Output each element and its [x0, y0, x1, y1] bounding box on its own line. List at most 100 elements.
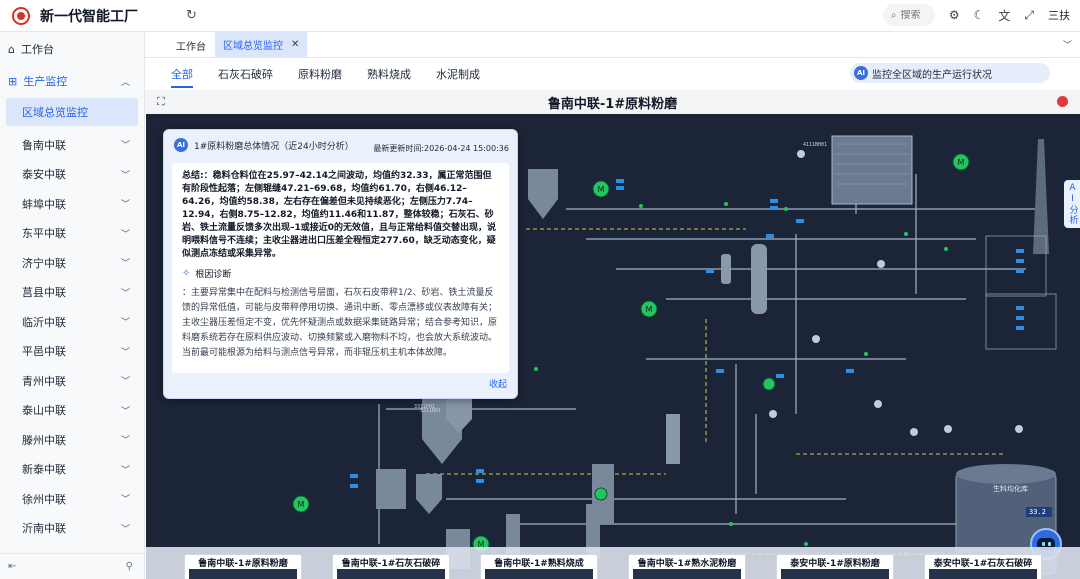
process-tab[interactable]: 水泥制成	[436, 58, 480, 90]
sidebar-item-region-overview[interactable]: 区域总览监控	[6, 98, 138, 126]
panel-header: ⛶ 鲁南中联-1#原料粉磨	[145, 90, 1080, 114]
tab-region-overview[interactable]: 区域总览监控 ✕	[215, 31, 308, 57]
process-tab[interactable]: 石灰石破碎	[218, 58, 273, 90]
process-tab[interactable]: 熟料烧成	[367, 58, 411, 90]
sidebar-item-site[interactable]: 东平中联 ﹀	[0, 219, 144, 249]
ai-analysis-panel: AI 1#原料粉磨总体情况（近24小时分析） 最新更新时间:2026-04-24…	[163, 129, 518, 399]
collapse-button[interactable]: 收起	[489, 377, 507, 390]
sidebar-item-site[interactable]: 临沂中联 ﹀	[0, 307, 144, 337]
chevron-down-icon: ﹀	[120, 465, 130, 476]
monitor-thumbnail[interactable]: 鲁南中联-1#熟水泥粉磨	[628, 554, 746, 579]
chevron-up-icon: ︿	[120, 77, 130, 88]
chevron-down-icon: ﹀	[120, 229, 130, 240]
tab-workbench[interactable]: 工作台	[167, 33, 215, 57]
sidebar-item-site[interactable]: 鲁南中联 ﹀	[0, 130, 144, 160]
sidebar-item-site[interactable]: 新泰中联 ﹀	[0, 455, 144, 485]
chevron-down-icon: ﹀	[120, 524, 130, 535]
thumbnail-preview	[633, 569, 741, 579]
language-icon[interactable]: 文	[998, 7, 1010, 24]
search-input[interactable]	[900, 9, 931, 21]
chevron-down-icon: ﹀	[120, 288, 130, 299]
alarm-indicator[interactable]	[1057, 96, 1068, 107]
monitor-thumbnail[interactable]: 鲁南中联-1#原料粉磨	[184, 554, 302, 579]
sidebar-item-label: 济宁中联	[22, 256, 66, 270]
sidebar-item-site[interactable]: 蚌埠中联 ﹀	[0, 189, 144, 219]
sidebar-item-label: 泰安中联	[22, 168, 66, 182]
sidebar-group-production[interactable]: ⊞ 生产监控 ︿	[0, 66, 144, 96]
sidebar-item-label: 鲁南中联	[22, 138, 66, 152]
svg-text:M: M	[598, 185, 605, 194]
equipment-tag: 4111BH01	[803, 142, 828, 148]
ai-banner-text: 监控全区域的生产运行状况	[872, 69, 992, 81]
chevron-down-icon: ﹀	[120, 318, 130, 329]
sidebar-item-label: 临沂中联	[22, 315, 66, 329]
monitor-thumbnail-strip: 鲁南中联-1#原料粉磨 鲁南中联-1#石灰石破碎 鲁南中联-1#熟料烧成 鲁南中联-1…	[146, 547, 1080, 579]
sidebar-item-site[interactable]: 青州中联 ﹀	[0, 366, 144, 396]
ai-monitor-banner[interactable]: AI 监控全区域的生产运行状况	[850, 63, 1050, 83]
ai-diagnosis-icon: ✧	[182, 268, 191, 279]
refresh-icon[interactable]: ↻	[186, 8, 197, 23]
close-icon[interactable]: ✕	[291, 39, 299, 50]
chevron-down-icon: ﹀	[120, 377, 130, 388]
sidebar-item-site[interactable]: 徐州中联 ﹀	[0, 484, 144, 514]
equipment-tag: 3311B01	[420, 408, 442, 414]
process-tab[interactable]: 原料粉磨	[298, 58, 342, 90]
sidebar-group-label: 生产监控	[23, 75, 68, 88]
collapse-sidebar-icon[interactable]: ⇤	[8, 561, 16, 572]
chevron-down-icon: ﹀	[120, 259, 130, 270]
fullscreen-icon[interactable]: ⤢	[1024, 8, 1034, 23]
thumbnail-preview	[485, 569, 593, 579]
user-name[interactable]: 三扶	[1048, 7, 1070, 23]
sidebar-item-label: 泰山中联	[22, 404, 66, 418]
sidebar-item-site[interactable]: 济宁中联 ﹀	[0, 248, 144, 278]
chevron-down-icon: ﹀	[120, 141, 130, 152]
sidebar-item-site[interactable]: 莒县中联 ﹀	[0, 278, 144, 308]
expand-icon[interactable]: ⛶	[157, 95, 165, 109]
thumbnail-preview	[929, 569, 1037, 579]
top-header: 新一代智能工厂 ↻ ⌕ ⚙ ☾ 文 ⤢ 三扶	[0, 0, 1080, 32]
ai-summary-text: 总结:：稳料仓料位在25.97–42.14之间波动，均值约32.33，属正常范围…	[182, 171, 497, 259]
svg-text:M: M	[646, 305, 653, 314]
thumbnail-preview	[337, 569, 445, 579]
search-box[interactable]: ⌕	[882, 4, 935, 26]
sidebar-item-label: 滕州中联	[22, 433, 66, 447]
sidebar-item-site[interactable]: 滕州中联 ﹀	[0, 425, 144, 455]
sidebar-item-label: 平邑中联	[22, 345, 66, 359]
svg-text:M: M	[958, 158, 965, 167]
update-time: 最新更新时间:2026-04-24 15:00:36	[373, 144, 509, 153]
ai-icon: AI	[854, 66, 868, 80]
sidebar-item-label: 新泰中联	[22, 463, 66, 477]
sidebar-item-site[interactable]: 泰安中联 ﹀	[0, 160, 144, 190]
sidebar-item-label: 工作台	[20, 43, 54, 56]
home-icon: ⌂	[8, 42, 15, 56]
process-tabs: 全部 石灰石破碎 原料粉磨 熟料烧成 水泥制成 AI 监控全区域的生产运行状况	[145, 58, 1080, 90]
diagnosis-label: 根因诊断	[195, 270, 232, 280]
process-tab[interactable]: 全部	[171, 58, 193, 90]
thumbnail-label: 泰安中联-1#石灰石破碎	[933, 558, 1033, 569]
sidebar-site-list: 鲁南中联 ﹀ 泰安中联 ﹀ 蚌埠中联 ﹀ 东平中联 ﹀ 济宁中联 ﹀ 莒县中联 ﹀ 临沂中联 ﹀ 平邑中联 ﹀…	[0, 130, 144, 543]
sidebar-item-site[interactable]: 沂南中联 ﹀	[0, 514, 144, 544]
monitor-thumbnail[interactable]: 鲁南中联-1#熟料烧成	[480, 554, 598, 579]
pin-icon[interactable]: ⚲	[126, 561, 133, 572]
chevron-down-icon: ﹀	[120, 170, 130, 181]
settings-icon[interactable]: ⚙	[949, 8, 960, 22]
thumbnail-preview	[189, 569, 297, 579]
sidebar-item-site[interactable]: 泰山中联 ﹀	[0, 396, 144, 426]
sidebar-item-label: 莒县中联	[22, 286, 66, 300]
chevron-down-icon[interactable]: ﹀	[1063, 38, 1072, 51]
ai-analysis-side-tab[interactable]: AI分析	[1064, 180, 1080, 228]
sidebar: ⌂ 工作台 ⊞ 生产监控 ︿ 区域总览监控 鲁南中联 ﹀ 泰安中联 ﹀ 蚌埠中联 ﹀ 东平中…	[0, 32, 145, 579]
monitor-thumbnail[interactable]: 鲁南中联-1#石灰石破碎	[332, 554, 450, 579]
sidebar-item-workbench[interactable]: ⌂ 工作台	[0, 32, 144, 66]
monitor-thumbnail[interactable]: 泰安中联-1#石灰石破碎	[924, 554, 1042, 579]
ai-summary-card: 总结:：稳料仓料位在25.97–42.14之间波动，均值约32.33，属正常范围…	[172, 163, 509, 373]
diagnosis-heading: ✧ 根因诊断	[182, 267, 500, 280]
sidebar-item-label: 青州中联	[22, 374, 66, 388]
sidebar-item-site[interactable]: 平邑中联 ﹀	[0, 337, 144, 367]
dark-mode-icon[interactable]: ☾	[974, 8, 985, 22]
monitor-icon: ⊞	[8, 74, 18, 88]
sidebar-footer: ⇤ ⚲	[0, 553, 144, 579]
monitor-thumbnail[interactable]: 泰安中联-1#原料粉磨	[776, 554, 894, 579]
thumbnail-label: 鲁南中联-1#石灰石破碎	[341, 558, 441, 569]
sidebar-item-label: 徐州中联	[22, 492, 66, 506]
